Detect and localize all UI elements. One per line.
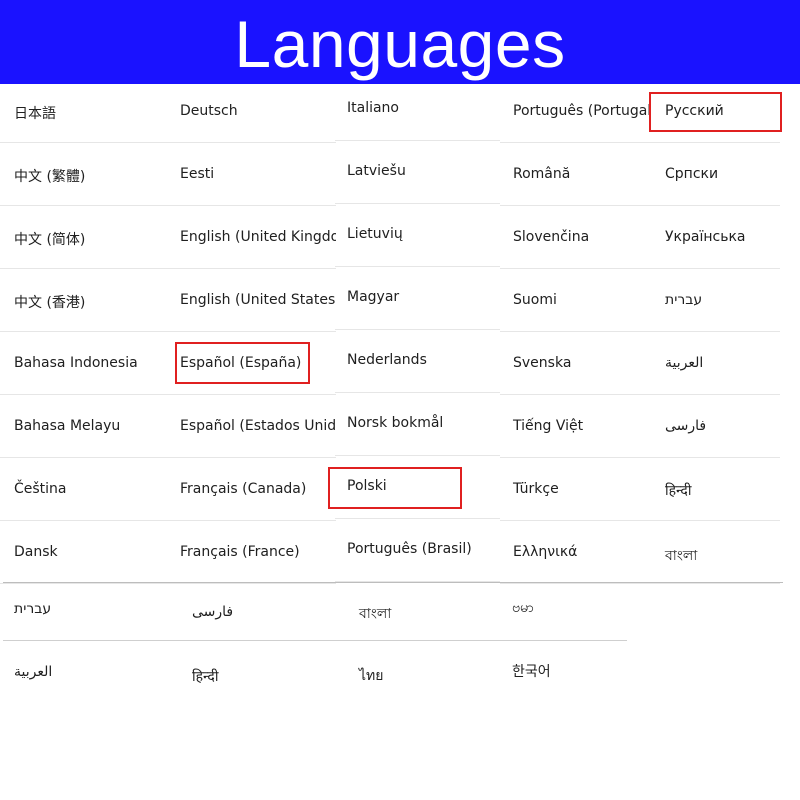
language-label: Svenska: [513, 355, 572, 371]
divider: [3, 582, 783, 583]
highlight-box-espanol-espana: [175, 342, 310, 384]
language-column-1: 日本語 中文 (繁體) 中文 (简体) 中文 (香港) Bahasa Indon…: [0, 80, 170, 584]
language-item[interactable]: 中文 (繁體): [0, 143, 170, 206]
language-label: Slovenčina: [513, 229, 590, 245]
language-item[interactable]: English (United Kingdom): [170, 206, 336, 269]
language-label: Српски: [665, 166, 719, 182]
language-label: Italiano: [347, 100, 399, 116]
language-label: Suomi: [513, 292, 557, 308]
language-item[interactable]: Dansk: [0, 521, 170, 584]
language-label: Dansk: [14, 544, 58, 560]
language-item[interactable]: Latviešu: [335, 141, 500, 204]
language-label: Nederlands: [347, 352, 427, 368]
language-label: Ελληνικά: [513, 544, 578, 560]
language-label: 中文 (香港): [14, 295, 86, 311]
language-label: Bahasa Melayu: [14, 418, 121, 434]
language-item[interactable]: বাংলা: [650, 521, 780, 584]
language-label: Norsk bokmål: [347, 415, 444, 431]
language-item[interactable]: العربية: [14, 664, 52, 680]
language-item[interactable]: Français (France): [170, 521, 336, 584]
language-item[interactable]: Čeština: [0, 458, 170, 521]
language-label: Українська: [665, 229, 746, 245]
header-bar: Languages: [0, 0, 800, 84]
language-label: Čeština: [14, 481, 67, 497]
language-label: Français (France): [180, 544, 300, 560]
language-item[interactable]: Suomi: [500, 269, 650, 332]
language-item[interactable]: 日本語: [0, 80, 170, 143]
language-item[interactable]: Nederlands: [335, 330, 500, 393]
language-label: Bahasa Indonesia: [14, 355, 138, 371]
language-item[interactable]: Italiano: [335, 78, 500, 141]
language-item[interactable]: 한국어: [512, 661, 551, 681]
language-label: English (United States): [180, 292, 336, 308]
page-title: Languages: [234, 7, 566, 81]
language-label: Español (Estados Unidos): [180, 418, 336, 434]
language-item[interactable]: עברית: [650, 269, 780, 332]
language-item[interactable]: Magyar: [335, 267, 500, 330]
language-item[interactable]: ไทย: [359, 665, 383, 687]
language-item[interactable]: 中文 (香港): [0, 269, 170, 332]
language-label: Latviešu: [347, 163, 406, 179]
language-item[interactable]: Српски: [650, 143, 780, 206]
language-item[interactable]: Bahasa Indonesia: [0, 332, 170, 395]
language-column-4: Português (Portugal) Română Slovenčina S…: [500, 80, 650, 584]
language-label: বাংলা: [665, 548, 698, 564]
highlight-box-russian: [649, 92, 782, 132]
language-label: हिन्दी: [665, 483, 692, 499]
language-label: English (United Kingdom): [180, 229, 336, 245]
language-item[interactable]: Slovenčina: [500, 206, 650, 269]
language-label: العربية: [665, 355, 704, 371]
language-item[interactable]: Tiếng Việt: [500, 395, 650, 458]
language-item[interactable]: Français (Canada): [170, 458, 336, 521]
language-label: Eesti: [180, 166, 215, 182]
language-label: Português (Brasil): [347, 541, 472, 557]
language-column-5: Русский Српски Українська עברית العربية …: [650, 80, 780, 584]
language-item[interactable]: Deutsch: [170, 80, 336, 143]
language-item[interactable]: हिन्दी: [192, 667, 218, 686]
language-label: 日本語: [14, 106, 56, 122]
language-label: فارسی: [665, 418, 707, 434]
language-item[interactable]: বাংলা: [359, 602, 391, 626]
language-label: Türkçe: [513, 481, 559, 497]
language-item[interactable]: Ελληνικά: [500, 521, 650, 584]
language-label: עברית: [665, 292, 703, 308]
language-item[interactable]: Türkçe: [500, 458, 650, 521]
language-label: Lietuvių: [347, 226, 403, 242]
language-item[interactable]: English (United States): [170, 269, 336, 332]
language-item[interactable]: Lietuvių: [335, 204, 500, 267]
language-item[interactable]: العربية: [650, 332, 780, 395]
language-item[interactable]: فارسی: [192, 604, 233, 620]
language-item[interactable]: Português (Portugal): [500, 80, 650, 143]
language-item[interactable]: فارسی: [650, 395, 780, 458]
language-item[interactable]: Español (Estados Unidos): [170, 395, 336, 458]
language-item[interactable]: हिन्दी: [650, 458, 780, 521]
language-label: Deutsch: [180, 103, 238, 119]
language-item[interactable]: עברית: [14, 601, 51, 617]
language-item[interactable]: Eesti: [170, 143, 336, 206]
language-label: Français (Canada): [180, 481, 307, 497]
language-label: 中文 (简体): [14, 232, 86, 248]
language-label: Português (Portugal): [513, 103, 650, 119]
language-column-2: Deutsch Eesti English (United Kingdom) E…: [170, 80, 336, 584]
language-label: Română: [513, 166, 571, 182]
divider: [3, 640, 627, 641]
language-item[interactable]: Svenska: [500, 332, 650, 395]
language-label: Tiếng Việt: [513, 418, 584, 434]
language-item[interactable]: Norsk bokmål: [335, 393, 500, 456]
language-label: Magyar: [347, 289, 400, 305]
language-item[interactable]: Bahasa Melayu: [0, 395, 170, 458]
highlight-box-polski: [328, 467, 462, 509]
language-label: 中文 (繁體): [14, 169, 86, 185]
language-item[interactable]: Українська: [650, 206, 780, 269]
language-item[interactable]: Português (Brasil): [335, 519, 500, 582]
language-item[interactable]: ဗမာ: [512, 598, 534, 619]
language-item[interactable]: 中文 (简体): [0, 206, 170, 269]
language-item[interactable]: Română: [500, 143, 650, 206]
